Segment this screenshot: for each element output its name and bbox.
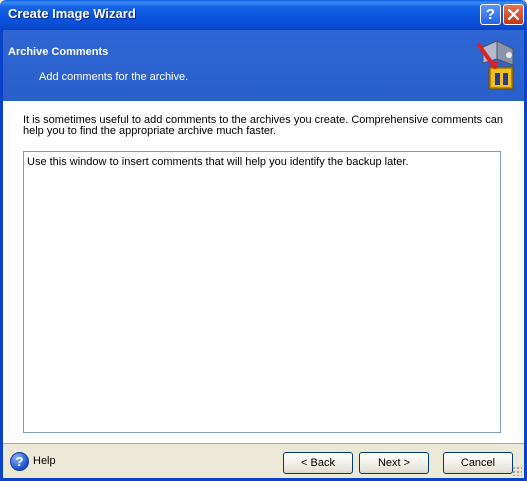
- help-label: Help: [33, 455, 56, 467]
- title-bar[interactable]: Create Image Wizard ?: [0, 0, 527, 30]
- comments-textarea[interactable]: Use this window to insert comments that …: [23, 151, 501, 433]
- next-button[interactable]: Next >: [359, 452, 429, 474]
- page-subtitle: Add comments for the archive.: [39, 71, 189, 83]
- wizard-footer: ? Help < Back Next > Cancel: [3, 444, 524, 478]
- cancel-button[interactable]: Cancel: [443, 452, 513, 474]
- wizard-content: It is sometimes useful to add comments t…: [3, 101, 524, 444]
- comments-text: Use this window to insert comments that …: [27, 156, 409, 168]
- page-title: Archive Comments: [8, 46, 109, 58]
- wizard-header: Archive Comments Add comments for the ar…: [3, 30, 524, 101]
- wizard-archive-icon: [477, 40, 514, 90]
- instructions-text: It is sometimes useful to add comments t…: [23, 114, 503, 137]
- help-link[interactable]: ? Help: [10, 451, 56, 471]
- close-icon: [507, 8, 520, 21]
- titlebar-help-button[interactable]: ?: [480, 4, 501, 25]
- back-button[interactable]: < Back: [283, 452, 353, 474]
- resize-grip[interactable]: [512, 466, 522, 476]
- close-button[interactable]: [503, 4, 524, 25]
- wizard-window: Create Image Wizard ? Archive Comments A…: [0, 0, 527, 481]
- help-icon: ?: [10, 451, 29, 471]
- window-title: Create Image Wizard: [8, 6, 136, 21]
- question-icon: ?: [485, 6, 496, 23]
